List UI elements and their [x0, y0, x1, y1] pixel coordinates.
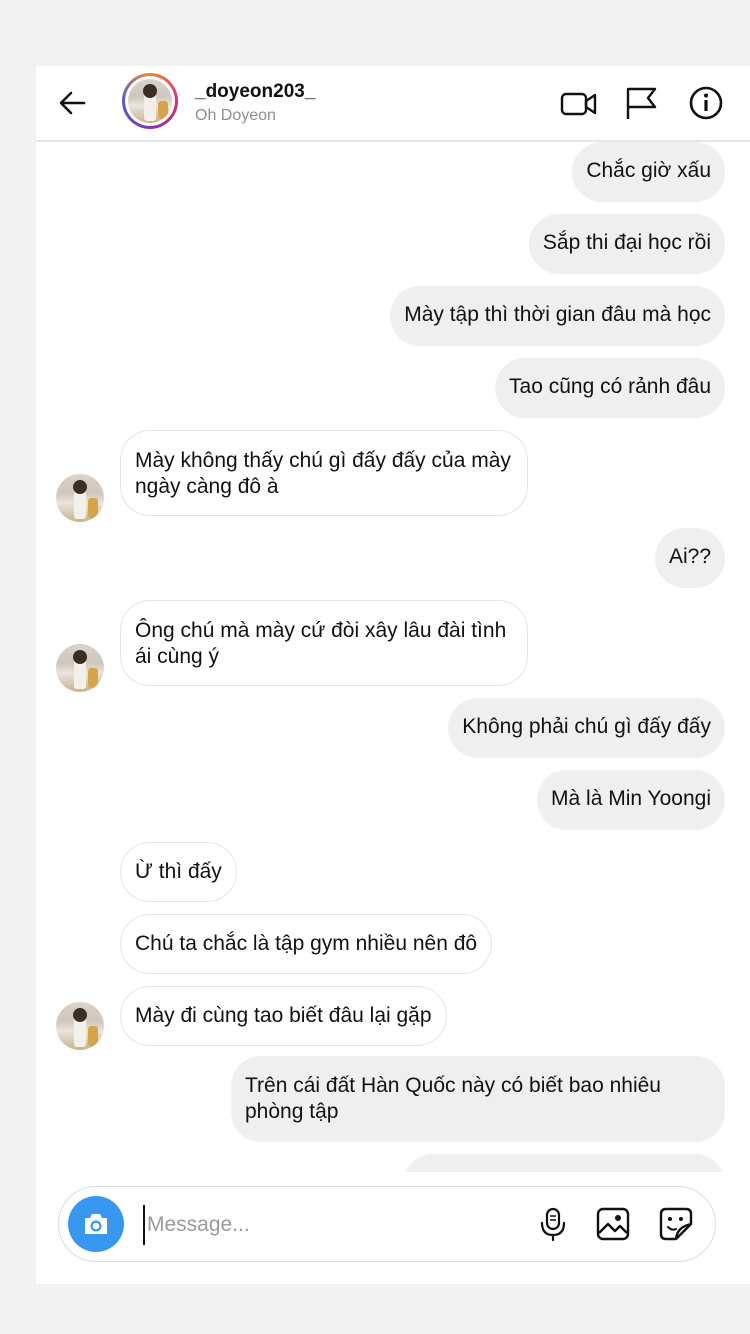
- message-bubble-outgoing[interactable]: Mày tập thì thời gian đâu mà học: [390, 286, 725, 346]
- sticker-icon[interactable]: [657, 1205, 695, 1243]
- message-thread[interactable]: Chắc giờ xấu Sắp thi đại học rồi Mày tập…: [36, 142, 750, 1172]
- sender-avatar[interactable]: [56, 644, 104, 692]
- message-bubble-incoming[interactable]: Chú ta chắc là tập gym nhiều nên đô: [120, 914, 493, 974]
- message-bubble-outgoing[interactable]: Mà là Min Yoongi: [537, 770, 725, 830]
- info-icon[interactable]: [687, 84, 725, 122]
- message-bubble-incoming[interactable]: Ông chú mà mày cứ đòi xây lâu đài tình á…: [120, 600, 528, 686]
- message-bubble-outgoing[interactable]: Sắp thi đại học rồi: [528, 214, 725, 274]
- camera-icon: [85, 1214, 107, 1234]
- sender-avatar[interactable]: [56, 474, 104, 522]
- chat-screen: _doyeon203_ Oh Doyeon Chắc giờ xấu Sắp t…: [36, 66, 750, 1284]
- message-composer: [58, 1186, 716, 1262]
- message-bubble-outgoing[interactable]: Chắc giờ xấu: [572, 142, 725, 202]
- message-bubble-outgoing[interactable]: Không phải chú gì đấy đấy: [448, 698, 725, 758]
- flag-icon[interactable]: [623, 84, 661, 122]
- sender-avatar[interactable]: [56, 1002, 104, 1050]
- message-bubble-incoming[interactable]: Ừ thì đấy: [120, 842, 237, 902]
- message-input[interactable]: [143, 1205, 449, 1245]
- avatar-photo: [128, 79, 172, 123]
- message-bubble-incoming[interactable]: Mày không thấy chú gì đấy đấy của mày ng…: [120, 430, 528, 516]
- message-bubble-outgoing[interactable]: [403, 1154, 725, 1172]
- gallery-icon[interactable]: [594, 1205, 632, 1243]
- chat-header: _doyeon203_ Oh Doyeon: [36, 66, 750, 142]
- video-call-icon[interactable]: [560, 84, 598, 122]
- message-bubble-incoming[interactable]: Mày đi cùng tao biết đâu lại gặp: [120, 986, 447, 1046]
- message-bubble-outgoing[interactable]: Ai??: [654, 528, 725, 588]
- header-avatar[interactable]: [122, 73, 178, 129]
- message-bubble-outgoing[interactable]: Tao cũng có rảnh đâu: [495, 358, 725, 418]
- chat-username[interactable]: _doyeon203_: [195, 81, 315, 103]
- back-arrow-icon[interactable]: [56, 86, 90, 120]
- message-bubble-outgoing[interactable]: Trên cái đất Hàn Quốc này có biết bao nh…: [231, 1056, 725, 1142]
- camera-button[interactable]: [68, 1196, 124, 1252]
- microphone-icon[interactable]: [534, 1205, 572, 1243]
- chat-real-name: Oh Doyeon: [195, 107, 276, 124]
